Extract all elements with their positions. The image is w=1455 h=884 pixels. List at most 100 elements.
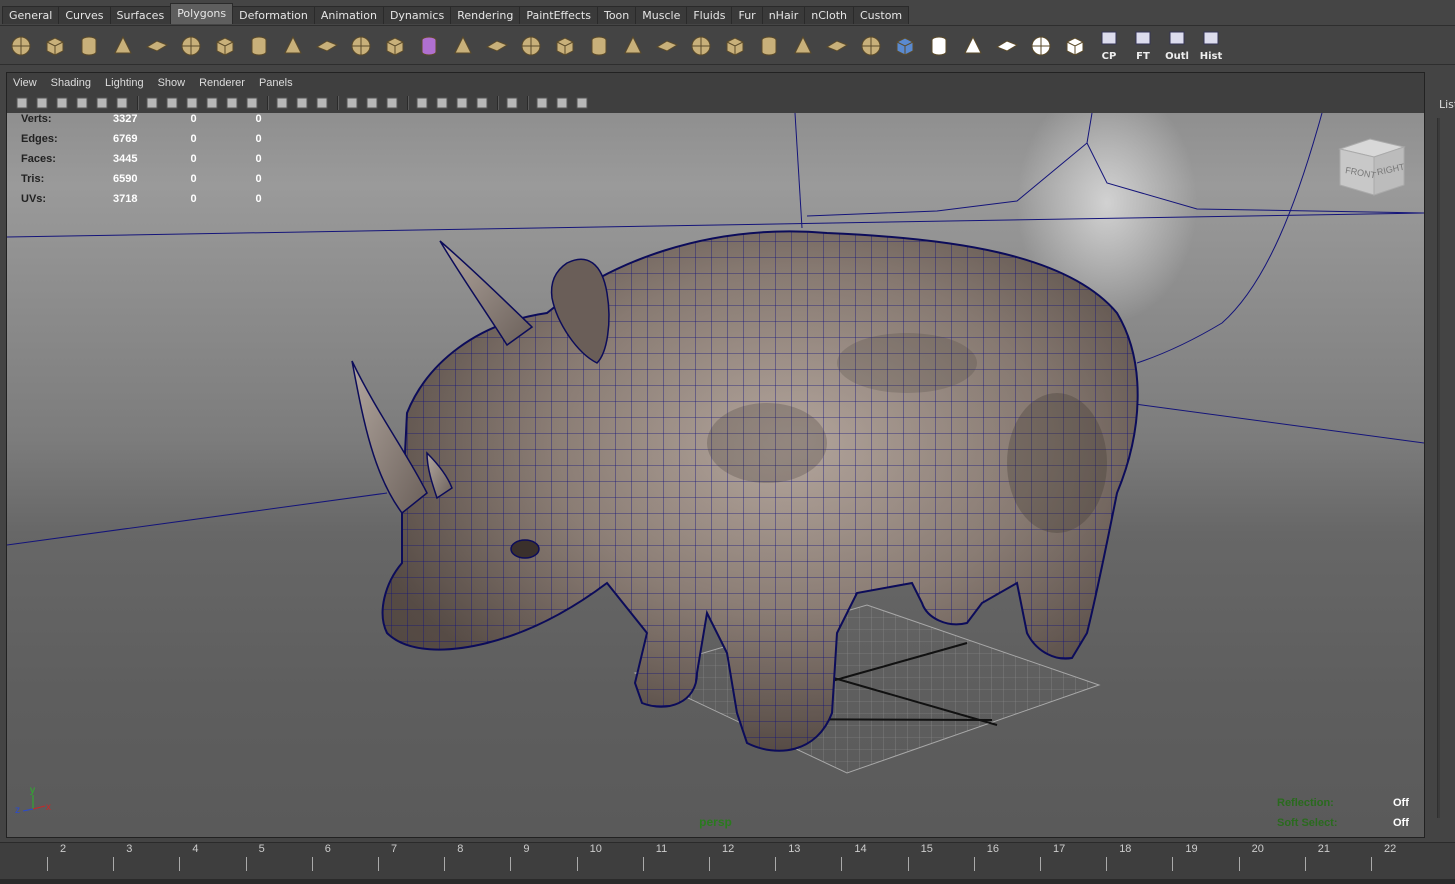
panel-menu-show[interactable]: Show <box>158 73 200 93</box>
panel-menu-renderer[interactable]: Renderer <box>199 73 259 93</box>
flat-shade-icon[interactable] <box>203 95 221 111</box>
textured-icon[interactable] <box>243 95 261 111</box>
shelf-tab-nhair[interactable]: nHair <box>761 6 806 24</box>
shelf-tab-polygons[interactable]: Polygons <box>170 3 234 24</box>
shelf-tab-surfaces[interactable]: Surfaces <box>109 6 172 24</box>
smooth-shade-icon[interactable] <box>163 95 181 111</box>
hud-value: 3445 <box>113 153 138 165</box>
shelf-tab-fur[interactable]: Fur <box>731 6 763 24</box>
extrude-icon[interactable] <box>548 29 582 63</box>
shaded-icon[interactable] <box>183 95 201 111</box>
xray-icon[interactable] <box>293 95 311 111</box>
toolbar-separator <box>407 95 409 110</box>
anti-alias-icon[interactable] <box>453 95 471 111</box>
smooth-icon[interactable] <box>412 29 446 63</box>
xray-joints-icon[interactable] <box>313 95 331 111</box>
separate-icon[interactable] <box>344 29 378 63</box>
hud-value: 0 <box>190 133 197 145</box>
shelf-tab-painteffects[interactable]: PaintEffects <box>519 6 598 24</box>
isolate-icon[interactable] <box>503 95 521 111</box>
shelf-tab-dynamics[interactable]: Dynamics <box>382 6 452 24</box>
shelf-tab-fluids[interactable]: Fluids <box>686 6 733 24</box>
perspective-viewport[interactable]: Verts: 3327 0 0 Edges: 6769 0 0 Faces: 3445 0 0 Tris… <box>7 113 1424 837</box>
poly-cube-icon[interactable] <box>38 29 72 63</box>
range-slider[interactable] <box>0 879 1455 884</box>
poly-sphere-icon[interactable] <box>4 29 38 63</box>
list-label[interactable]: List <box>1439 98 1455 111</box>
shelf-tab-rendering[interactable]: Rendering <box>450 6 521 24</box>
freeze-transform-icon[interactable]: FT <box>1126 29 1160 63</box>
insert-loop-icon[interactable] <box>616 29 650 63</box>
merge-icon[interactable] <box>718 29 752 63</box>
frame-tick <box>47 857 48 871</box>
resolution-gate-icon[interactable] <box>113 95 131 111</box>
ambient-occlusion-icon[interactable] <box>413 95 431 111</box>
select-camera-icon[interactable] <box>13 95 31 111</box>
center-pivot-icon[interactable]: CP <box>1092 29 1126 63</box>
panel-menu-shading[interactable]: Shading <box>51 73 105 93</box>
poly-pipe-icon[interactable] <box>242 29 276 63</box>
uv-editor-icon[interactable] <box>1058 29 1092 63</box>
grid-icon[interactable] <box>533 95 551 111</box>
poly-plane-icon[interactable] <box>140 29 174 63</box>
frame-number: 4 <box>192 843 199 855</box>
shadows-icon[interactable] <box>363 95 381 111</box>
extract-icon[interactable] <box>378 29 412 63</box>
planar-map-icon[interactable] <box>820 29 854 63</box>
bridge-icon[interactable] <box>480 29 514 63</box>
panel-menu-view[interactable]: View <box>13 73 51 93</box>
time-slider[interactable]: 2 3 4 5 6 7 8 9 10 11 12 13 14 15 16 17 18 19 20 21 22 <box>0 842 1455 884</box>
shelf-tab-animation[interactable]: Animation <box>313 6 384 24</box>
split-icon[interactable] <box>582 29 616 63</box>
bookmark-icon[interactable] <box>53 95 71 111</box>
view-cube[interactable]: FRONT RIGHT <box>1336 135 1408 205</box>
outliner-icon[interactable]: Outl <box>1160 29 1194 63</box>
history-icon[interactable]: Hist <box>1194 29 1228 63</box>
checker-icon[interactable] <box>990 29 1024 63</box>
shelf-tab-deformation[interactable]: Deformation <box>232 6 315 24</box>
collapse-icon[interactable] <box>752 29 786 63</box>
cylindrical-map-icon[interactable] <box>854 29 888 63</box>
shelf-tab-ncloth[interactable]: nCloth <box>804 6 854 24</box>
shelf-tab-toon[interactable]: Toon <box>596 6 637 24</box>
bevel-icon[interactable] <box>446 29 480 63</box>
motion-blur-icon[interactable] <box>433 95 451 111</box>
frame-number: 20 <box>1251 843 1264 855</box>
panel-menu-panels[interactable]: Panels <box>259 73 307 93</box>
panel-menu-lighting[interactable]: Lighting <box>105 73 158 93</box>
layout-icon[interactable] <box>553 95 571 111</box>
combine-icon[interactable] <box>310 29 344 63</box>
wireframe-icon[interactable] <box>143 95 161 111</box>
bounding-box-icon[interactable] <box>223 95 241 111</box>
frame-tick <box>378 857 379 871</box>
depth-of-field-icon[interactable] <box>473 95 491 111</box>
poly-cylinder-icon[interactable] <box>72 29 106 63</box>
film-gate-icon[interactable] <box>93 95 111 111</box>
shelf-tab-general[interactable]: General <box>2 6 60 24</box>
fill-hole-icon[interactable] <box>786 29 820 63</box>
offset-loop-icon[interactable] <box>650 29 684 63</box>
graph-icon[interactable] <box>573 95 591 111</box>
shelf-tab-custom[interactable]: Custom <box>853 6 910 24</box>
image-plane-icon[interactable] <box>73 95 91 111</box>
uv-snapshot-icon[interactable] <box>1024 29 1058 63</box>
use-default-light-icon[interactable] <box>343 95 361 111</box>
append-icon[interactable] <box>514 29 548 63</box>
shelf-tab-muscle[interactable]: Muscle <box>635 6 688 24</box>
isolate-select-icon[interactable] <box>273 95 291 111</box>
poly-torus-icon[interactable] <box>174 29 208 63</box>
poly-pyramid-icon[interactable] <box>208 29 242 63</box>
hud-label: Faces: <box>21 153 56 165</box>
camera-attributes-icon[interactable] <box>33 95 51 111</box>
automatic-map-icon[interactable] <box>922 29 956 63</box>
hud-row-uvs: UVs: 3718 0 0 <box>21 193 291 213</box>
right-scrollbar[interactable] <box>1437 118 1440 818</box>
high-quality-icon[interactable] <box>383 95 401 111</box>
poly-soccerball-icon[interactable] <box>276 29 310 63</box>
duplicate-face-icon[interactable] <box>684 29 718 63</box>
shelf-tab-curves[interactable]: Curves <box>58 6 111 24</box>
poly-cone-icon[interactable] <box>106 29 140 63</box>
spherical-map-icon[interactable] <box>888 29 922 63</box>
toolbar-separator <box>337 95 339 110</box>
uv-layout-icon[interactable] <box>956 29 990 63</box>
